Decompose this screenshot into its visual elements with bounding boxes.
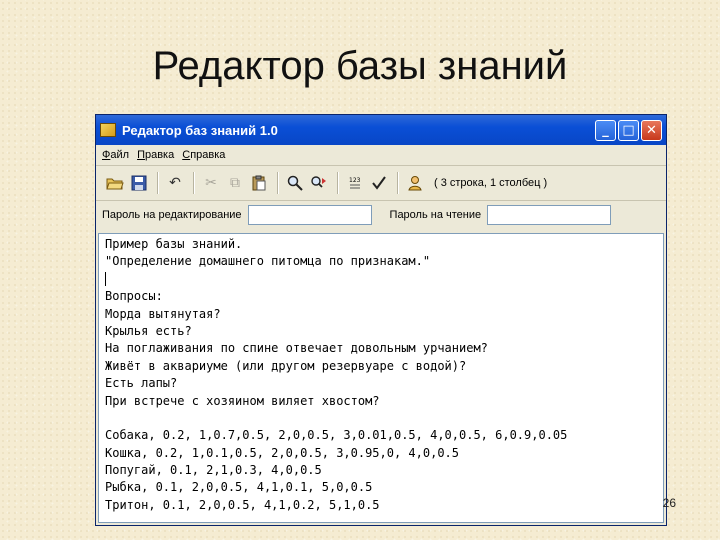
editor-line: При встрече с хозяином виляет хвостом? bbox=[105, 393, 380, 408]
cut-icon[interactable]: ✂ bbox=[200, 172, 222, 194]
window-titlebar[interactable]: Редактор баз знаний 1.0 _ □ ✕ bbox=[96, 115, 666, 145]
cursor-position-status: ( 3 строка, 1 столбец ) bbox=[434, 177, 548, 189]
editor-line: Рыбка, 0.1, 2,0,0.5, 4,1,0.1, 5,0,0.5 bbox=[105, 480, 373, 495]
toolbar: ↶ ✂ ⧉ 123 ( 3 строка, 1 столбец ) bbox=[96, 166, 666, 201]
editor-window: Редактор баз знаний 1.0 _ □ ✕ Файл Правк… bbox=[95, 114, 667, 526]
editor-line: Тритон, 0.1, 2,0,0.5, 4,1,0.2, 5,1,0.5 bbox=[105, 497, 380, 512]
editor-line: Кошка, 0.2, 1,0.1,0.5, 2,0,0.5, 3,0.95,0… bbox=[105, 445, 460, 460]
numbering-icon[interactable]: 123 bbox=[344, 172, 366, 194]
find-icon[interactable] bbox=[284, 172, 306, 194]
text-caret bbox=[105, 272, 106, 287]
replace-icon[interactable] bbox=[308, 172, 330, 194]
editor-line: "Определение домашнего питомца по призна… bbox=[105, 254, 431, 269]
toolbar-separator bbox=[337, 172, 339, 194]
svg-text:123: 123 bbox=[349, 177, 361, 184]
check-icon[interactable] bbox=[368, 172, 390, 194]
slide-number: 26 bbox=[662, 496, 676, 510]
toolbar-separator bbox=[397, 172, 399, 194]
paste-icon[interactable] bbox=[248, 172, 270, 194]
minimize-button[interactable]: _ bbox=[595, 119, 616, 141]
undo-icon[interactable]: ↶ bbox=[164, 172, 186, 194]
password-bar: Пароль на редактирование Пароль на чтени… bbox=[96, 201, 666, 229]
editor-line: Собака, 0.2, 1,0.7,0.5, 2,0,0.5, 3,0.01,… bbox=[105, 428, 568, 443]
editor-line: Крылья есть? bbox=[105, 323, 192, 338]
editor-line: Живёт в аквариуме (или другом резервуаре… bbox=[105, 358, 467, 373]
editor-line: Попугай, 0.1, 2,1,0.3, 4,0,0.5 bbox=[105, 463, 322, 478]
editor-line: Есть лапы? bbox=[105, 376, 178, 391]
knowledge-base-editor[interactable]: Пример базы знаний. "Определение домашне… bbox=[98, 233, 664, 523]
slide-title: Редактор базы знаний bbox=[152, 44, 568, 88]
editor-line: Морда вытянутая? bbox=[105, 306, 221, 321]
edit-password-field[interactable] bbox=[247, 205, 372, 225]
editor-line: Пример базы знаний. bbox=[105, 237, 243, 251]
menu-file[interactable]: Файл bbox=[102, 149, 129, 161]
menu-edit[interactable]: Правка bbox=[137, 149, 174, 161]
menu-help[interactable]: Справка bbox=[182, 149, 225, 161]
open-folder-icon[interactable] bbox=[104, 172, 126, 194]
editor-line: Вопросы: bbox=[105, 289, 163, 304]
close-button[interactable]: ✕ bbox=[641, 119, 662, 141]
window-title: Редактор баз знаний 1.0 bbox=[122, 122, 278, 138]
edit-password-label: Пароль на редактирование bbox=[102, 209, 242, 221]
save-icon[interactable] bbox=[128, 172, 150, 194]
editor-line bbox=[105, 271, 657, 288]
toolbar-separator bbox=[277, 172, 279, 194]
read-password-label: Пароль на чтение bbox=[389, 209, 482, 221]
app-icon bbox=[100, 123, 116, 137]
run-icon[interactable] bbox=[404, 172, 426, 194]
menu-bar: Файл Правка Справка bbox=[96, 145, 666, 166]
maximize-button[interactable]: □ bbox=[618, 119, 639, 141]
toolbar-separator bbox=[193, 172, 195, 194]
editor-line: На поглаживания по спине отвечает доволь… bbox=[105, 341, 488, 356]
copy-icon[interactable]: ⧉ bbox=[224, 172, 246, 194]
read-password-field[interactable] bbox=[487, 205, 612, 225]
toolbar-separator bbox=[157, 172, 159, 194]
